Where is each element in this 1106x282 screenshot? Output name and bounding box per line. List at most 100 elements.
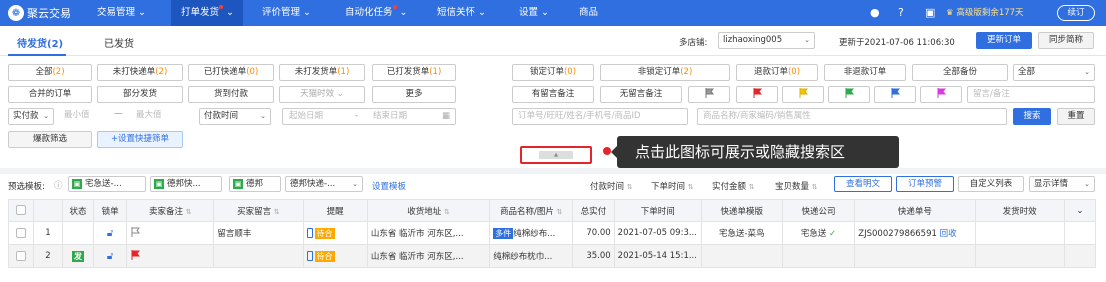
seller-note-cell[interactable] [126,244,215,268]
col-seller-note[interactable]: 卖家备注 ⇅ [126,199,215,222]
order-warning-button[interactable]: 订单预警 [896,176,954,192]
col-product[interactable]: 商品名称/图片 ⇅ [489,199,574,222]
update-orders-button[interactable]: 更新订单 [976,32,1032,49]
amount-type-select[interactable]: 实付款 ⌄ [8,108,54,125]
filter-unlocked[interactable]: 非锁定订单(2) [600,64,730,81]
filter-printed-invoice[interactable]: 已打发货单(1) [372,64,456,81]
col-address[interactable]: 收货地址 ⇅ [366,199,491,222]
filter-cod[interactable]: 货到付款 [188,86,274,103]
filter-all-select[interactable]: 全部 ⌄ [1013,64,1095,81]
total-cell: 70.00 [572,221,615,245]
notification-dot [392,5,397,9]
template-settings-link[interactable]: 设置模板 [372,180,406,192]
row-checkbox[interactable] [8,244,34,268]
nav-trade[interactable]: 交易管理 ⌄ [97,0,159,26]
nav-products[interactable]: 商品 [579,0,609,26]
nav-settings[interactable]: 设置 ⌄ [519,0,559,26]
calendar-icon[interactable]: ▦ [442,109,450,124]
sort-pay-time[interactable]: 付款时间 ⇅ [590,180,633,192]
filter-all[interactable]: 全部(2) [8,64,92,81]
max-amount-input[interactable]: 最大值 [136,108,162,123]
filter-refund[interactable]: 退款订单(0) [736,64,818,81]
flag-gray-icon[interactable] [130,226,141,237]
order-time-cell: 2021-05-14 15:1... [613,244,702,268]
sort-amount[interactable]: 实付金额 ⇅ [712,180,755,192]
multi-item-badge: 多件 [493,228,514,239]
col-reminder: 提醒 [302,199,368,222]
filter-printed-waybill[interactable]: 已打快递单(0) [188,64,274,81]
unlock-icon[interactable]: 🔓︎ [93,221,128,245]
nav-automation[interactable]: 自动化任务 ⌄ [345,0,425,26]
date-range[interactable]: 起始日期 - 结束日期 ▦ [282,108,456,125]
flag-purple-button[interactable] [920,86,962,103]
remark-input[interactable]: 留言/备注 [967,86,1095,103]
table-row[interactable]: 1 🔓︎ 留言顺丰 待合 山东省 临沂市 河东区,... 多件 纯棉纱布... 7… [8,221,1097,245]
filter-locked[interactable]: 锁定订单(0) [512,64,594,81]
reset-button[interactable]: 重置 [1057,108,1095,125]
template-cell[interactable] [700,244,783,268]
chevron-down-icon: ⌄ [352,180,358,188]
template-deppon[interactable]: ▣ 德邦 [229,176,281,192]
product-cell: 多件 纯棉纱布... [489,221,574,245]
renew-button[interactable]: 续订 [1057,5,1095,21]
toggle-search-area-button[interactable]: ▲ [520,146,592,164]
sort-quantity[interactable]: 宝贝数量 ⇅ [775,180,818,192]
filter-merged[interactable]: 合并的订单 [8,86,92,103]
show-detail-select[interactable]: 显示详情 ⌄ [1029,176,1095,192]
shop-select[interactable]: lizhaoxing005 ⌄ [718,32,815,49]
filter-more[interactable]: 更多 [372,86,456,103]
tab-pending[interactable]: 待发货(2) [17,35,63,50]
help-icon[interactable]: ? [898,6,904,20]
template-deppon-express[interactable]: ▣ 德邦快... [150,176,222,192]
tracking-cell [854,244,976,268]
filter-tmall-timeliness[interactable]: 天猫时效 ⌄ [279,86,365,103]
template-select[interactable]: 德邦快递-... ⌄ [285,176,363,192]
flag-red-icon[interactable] [130,249,141,260]
nav-review[interactable]: 评价管理 ⌄ [262,0,332,26]
end-date-input[interactable]: 结束日期 [373,109,407,124]
sort-order-time[interactable]: 下单时间 ⇅ [651,180,694,192]
order-search-input[interactable]: 订单号/旺旺/姓名/手机号/商品ID [512,108,688,125]
table-row[interactable]: 2 发 🔓︎ 待合 山东省 临沂市 河东区,... 纯棉纱布枕巾... 35.0… [8,244,1097,268]
filter-no-remark[interactable]: 无留言备注 [600,86,682,103]
filter-has-remark[interactable]: 有留言备注 [512,86,594,103]
theme-icon[interactable]: ● [870,6,880,20]
unlock-icon[interactable]: 🔓︎ [93,244,128,268]
flag-blue-button[interactable] [874,86,916,103]
start-date-input[interactable]: 起始日期 [289,109,323,124]
min-amount-input[interactable]: 最小值 [64,108,90,123]
filter-unprinted-invoice[interactable]: 未打发货单(1) [279,64,365,81]
chevron-down-icon: ⌄ [260,112,266,120]
recycle-link[interactable]: 回收 [940,229,957,239]
expand-columns-icon[interactable]: ⌄ [1063,199,1097,222]
view-plaintext-button[interactable]: 查看明文 [834,176,892,192]
time-type-select[interactable]: 付款时间 ⌄ [199,108,271,125]
sync-alias-button[interactable]: 同步简称 [1038,32,1094,49]
select-all-checkbox[interactable] [8,199,34,222]
template-cell[interactable]: 宅急送-菜鸟 [700,221,783,245]
account-card-icon[interactable]: ▣ [925,6,935,20]
flag-red-button[interactable] [736,86,778,103]
add-quick-filter-button[interactable]: +设置快捷筛单 [97,131,183,148]
filter-all-backup[interactable]: 全部备份 [912,64,1008,81]
logo[interactable]: ❁ 聚云交易 [8,5,71,21]
filter-non-refund[interactable]: 非退款订单 [824,64,906,81]
tab-shipped[interactable]: 已发货 [104,35,134,50]
product-search-input[interactable]: 商品名称/商家编码/销售属性 [697,108,1007,125]
filter-unprinted-waybill[interactable]: 未打快递单(2) [97,64,183,81]
info-icon[interactable]: ⓘ [54,179,63,191]
row-checkbox[interactable] [8,221,34,245]
crown-icon: ♛ [946,8,954,18]
flag-gray-button[interactable] [688,86,730,103]
nav-sms[interactable]: 短信关怀 ⌄ [437,0,507,26]
col-buyer-message[interactable]: 买家留言 ⇅ [213,199,304,222]
template-zjs[interactable]: ▣ 宅急送-... [68,176,146,192]
nav-print-ship[interactable]: 打单发货 ⌄ [171,0,243,26]
search-button[interactable]: 搜索 [1013,108,1051,125]
filter-partial-ship[interactable]: 部分发货 [97,86,183,103]
flag-yellow-button[interactable] [782,86,824,103]
seller-note-cell[interactable] [126,221,215,245]
flag-green-button[interactable] [828,86,870,103]
custom-columns-button[interactable]: 自定义列表 [958,176,1024,192]
hot-filter-button[interactable]: 爆款筛选 [8,131,92,148]
